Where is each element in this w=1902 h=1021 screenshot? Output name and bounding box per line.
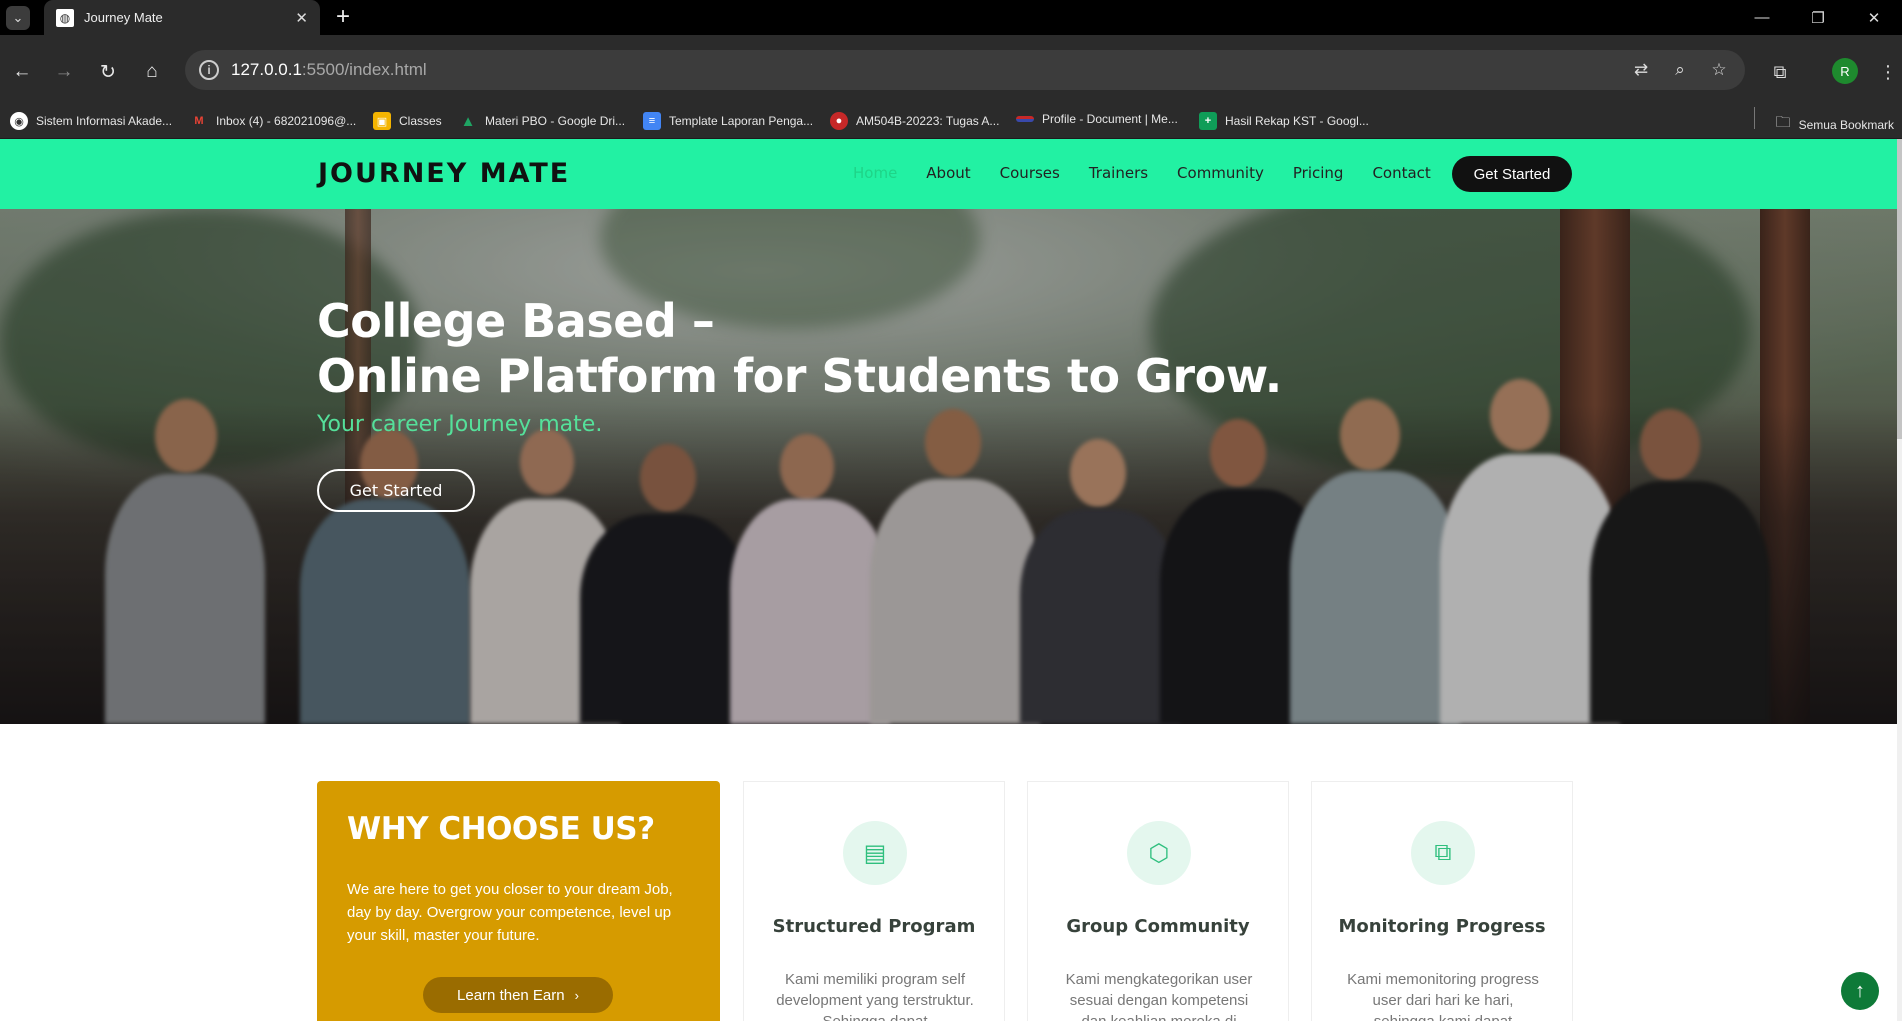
- address-bar[interactable]: i 127.0.0.1:5500/index.html ⇄ ⌕ ☆: [185, 50, 1745, 90]
- page-scrollbar[interactable]: [1897, 139, 1902, 1021]
- menu-icon[interactable]: ⋮: [1874, 58, 1902, 86]
- card-title: Monitoring Progress: [1338, 916, 1546, 937]
- profile-avatar[interactable]: R: [1832, 58, 1858, 84]
- hero-subtitle: Your career Journey mate.: [317, 412, 603, 437]
- forward-icon[interactable]: →: [50, 58, 78, 86]
- hero-title: College Based – Online Platform for Stud…: [317, 294, 1282, 403]
- new-tab-icon[interactable]: +: [336, 3, 350, 31]
- card-title: Structured Program: [772, 916, 976, 937]
- main-nav: Home About Courses Trainers Community Pr…: [853, 164, 1460, 182]
- why-title: WHY CHOOSE US?: [347, 811, 655, 847]
- nav-courses[interactable]: Courses: [1000, 164, 1060, 182]
- hero-section: College Based – Online Platform for Stud…: [0, 209, 1897, 724]
- gmail-icon: M: [194, 115, 204, 127]
- why-choose-us-box: WHY CHOOSE US? We are here to get you cl…: [317, 781, 720, 1021]
- close-tab-icon[interactable]: ✕: [295, 9, 308, 27]
- bookmark-item[interactable]: ◉ Sistem Informasi Akade...: [10, 112, 172, 130]
- classroom-icon: ▣: [373, 112, 391, 130]
- hero-overlay: [0, 209, 1897, 724]
- bookmark-item[interactable]: ≡ Template Laporan Penga...: [643, 112, 813, 130]
- back-to-top-button[interactable]: ↑: [1841, 972, 1879, 1010]
- site-header: JOURNEY MATE Home About Courses Trainers…: [0, 139, 1897, 209]
- header-get-started-button[interactable]: Get Started: [1452, 156, 1572, 192]
- feature-card: ⧉ Monitoring Progress Kami memonitoring …: [1311, 781, 1573, 1021]
- minimize-icon[interactable]: —: [1734, 0, 1790, 35]
- nav-pricing[interactable]: Pricing: [1293, 164, 1344, 182]
- site-info-icon[interactable]: i: [199, 60, 219, 80]
- docs-icon: ≡: [643, 112, 661, 130]
- back-icon[interactable]: ←: [8, 58, 36, 86]
- arrow-up-icon: ↑: [1855, 979, 1865, 1002]
- browser-tab-bar: ⌄ ◍ Journey Mate ✕ + — ❐ ✕: [0, 0, 1902, 35]
- feature-card: ⬡ Group Community Kami mengkategorikan u…: [1027, 781, 1289, 1021]
- bookmark-item[interactable]: ▣ Classes: [373, 112, 442, 130]
- card-title: Group Community: [1066, 916, 1250, 937]
- bookmarks-folder[interactable]: 🗀 Semua Bookmark: [1776, 112, 1894, 137]
- bookmark-item[interactable]: ● AM504B-20223: Tugas A...: [830, 112, 999, 130]
- extensions-icon[interactable]: ⧉: [1766, 58, 1794, 86]
- bookmark-star-icon[interactable]: ☆: [1707, 58, 1731, 82]
- close-window-icon[interactable]: ✕: [1846, 0, 1902, 35]
- bookmark-item[interactable]: + Hasil Rekap KST - Googl...: [1199, 112, 1369, 130]
- moodle-icon: ●: [830, 112, 848, 130]
- bookmark-item[interactable]: Profile - Document | Me...: [1016, 112, 1178, 126]
- browser-tab[interactable]: ◍ Journey Mate ✕: [44, 0, 320, 35]
- nav-contact[interactable]: Contact: [1372, 164, 1430, 182]
- translate-icon[interactable]: ⇄: [1629, 58, 1653, 82]
- card-text: Kami mengkategorikan user sesuai dengan …: [1065, 971, 1253, 1021]
- nav-community[interactable]: Community: [1177, 164, 1264, 182]
- sheets-icon: +: [1199, 112, 1217, 130]
- restore-icon[interactable]: ❐: [1790, 0, 1846, 35]
- bookmarks-bar: ◉ Sistem Informasi Akade... M Inbox (4) - …: [0, 105, 1902, 139]
- nav-trainers[interactable]: Trainers: [1089, 164, 1148, 182]
- chevron-right-icon: ›: [574, 987, 579, 1003]
- globe-icon: ◉: [10, 112, 28, 130]
- bookmarks-divider: [1754, 107, 1755, 129]
- home-icon[interactable]: ⌂: [138, 58, 166, 86]
- nav-home[interactable]: Home: [853, 164, 897, 182]
- zoom-icon[interactable]: ⌕: [1668, 58, 1692, 82]
- scrollbar-thumb[interactable]: [1897, 139, 1902, 439]
- reload-icon[interactable]: ↻: [94, 58, 122, 86]
- card-text: Kami memonitoring progress user dari har…: [1347, 971, 1539, 1021]
- why-text: We are here to get you closer to your dr…: [347, 881, 673, 944]
- site-logo[interactable]: JOURNEY MATE: [318, 158, 570, 189]
- bookmark-item[interactable]: ▲ Materi PBO - Google Dri...: [459, 112, 625, 130]
- flag-icon: [1016, 116, 1034, 122]
- document-icon: ▤: [843, 821, 907, 885]
- nav-about[interactable]: About: [926, 164, 970, 182]
- learn-then-earn-button[interactable]: Learn then Earn ›: [423, 977, 613, 1013]
- url-text[interactable]: 127.0.0.1:5500/index.html: [231, 60, 427, 80]
- folder-icon: 🗀: [1775, 114, 1791, 131]
- images-icon: ⧉: [1411, 821, 1475, 885]
- card-text: Kami memiliki program self development y…: [776, 971, 974, 1021]
- favicon-icon: ◍: [56, 8, 74, 27]
- drive-icon: ▲: [460, 112, 476, 130]
- hexagon-icon: ⬡: [1127, 821, 1191, 885]
- feature-card: ▤ Structured Program Kami memiliki progr…: [743, 781, 1005, 1021]
- tab-search-icon[interactable]: ⌄: [6, 6, 30, 30]
- bookmark-item[interactable]: M Inbox (4) - 682021096@...: [190, 112, 356, 130]
- hero-get-started-button[interactable]: Get Started: [317, 469, 475, 512]
- tab-title: Journey Mate: [84, 10, 163, 25]
